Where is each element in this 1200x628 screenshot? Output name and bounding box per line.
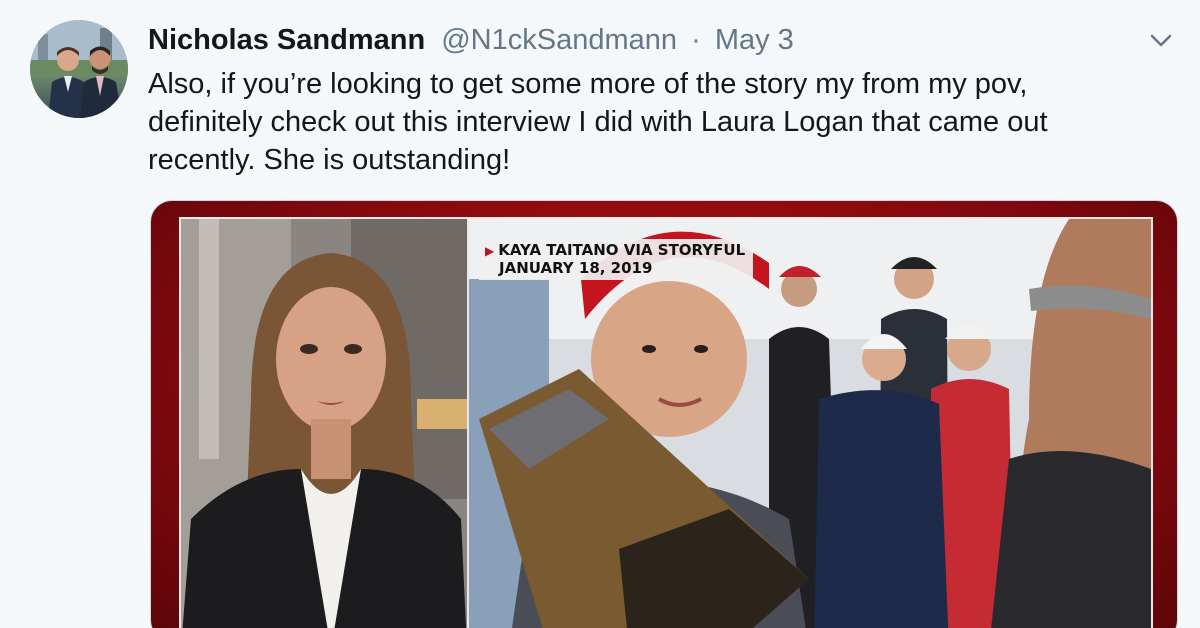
tweet-date[interactable]: May 3 xyxy=(715,24,794,56)
interview-image xyxy=(181,219,467,628)
avatar[interactable] xyxy=(30,20,128,118)
tweet-text: Also, if you’re looking to get some more… xyxy=(148,65,1158,179)
tweet-media[interactable]: ▶ KAYA TAITANO VIA STORYFUL JANUARY 18, 2… xyxy=(150,200,1178,628)
avatar-image xyxy=(30,20,128,118)
tweet-text-line: Also, if you’re looking to get some more… xyxy=(148,68,1028,100)
tweet[interactable]: Nicholas Sandmann @N1ckSandmann · May 3 … xyxy=(0,0,1200,628)
tweet-header: Nicholas Sandmann @N1ckSandmann · May 3 xyxy=(148,22,794,58)
author-handle[interactable]: @N1ckSandmann xyxy=(441,24,677,56)
caption-source: KAYA TAITANO VIA STORYFUL xyxy=(498,241,746,259)
chevron-down-icon[interactable] xyxy=(1146,28,1176,52)
crowd-panel: ▶ KAYA TAITANO VIA STORYFUL JANUARY 18, 2… xyxy=(467,217,1153,628)
interview-panel xyxy=(179,217,469,628)
video-caption: ▶ KAYA TAITANO VIA STORYFUL JANUARY 18, 2… xyxy=(479,239,754,280)
triangle-right-icon: ▶ xyxy=(485,244,495,258)
separator-dot: · xyxy=(691,24,701,56)
tweet-text-line: definitely check out this interview I di… xyxy=(148,106,1048,138)
tweet-text-line: recently. She is outstanding! xyxy=(148,144,511,176)
author-name[interactable]: Nicholas Sandmann xyxy=(148,24,425,56)
caption-date: JANUARY 18, 2019 xyxy=(499,259,653,277)
crowd-image xyxy=(469,219,1151,628)
